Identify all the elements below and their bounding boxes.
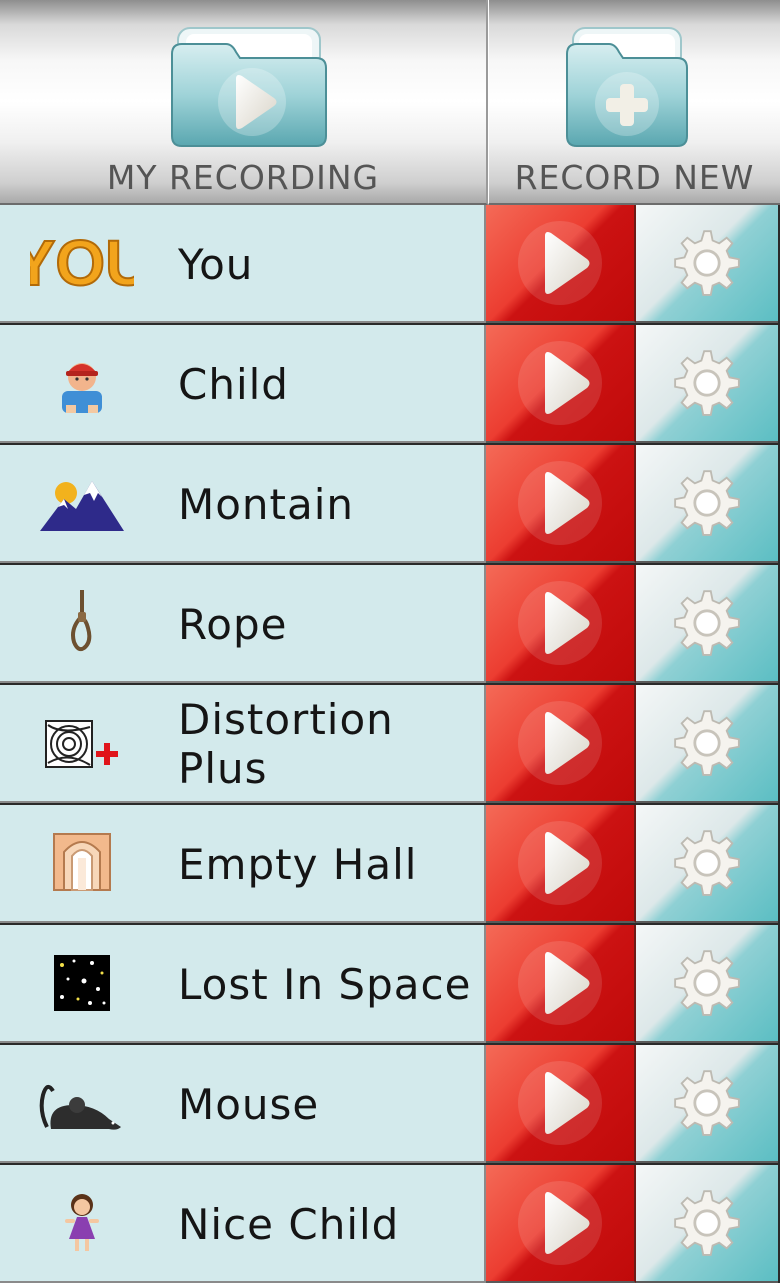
settings-button[interactable]: [636, 1165, 778, 1283]
list-item: Rope: [0, 565, 780, 683]
recording-label: Rope: [178, 599, 288, 649]
recording-name-cell[interactable]: Distortion Plus: [0, 685, 486, 803]
play-button[interactable]: [486, 925, 636, 1043]
mouse-icon: [30, 1059, 134, 1147]
play-button[interactable]: [486, 1045, 636, 1163]
gear-icon: [673, 1069, 741, 1137]
svg-text:YOU: YOU: [30, 227, 134, 299]
play-button[interactable]: [486, 445, 636, 563]
settings-button[interactable]: [636, 445, 778, 563]
play-icon: [518, 581, 602, 665]
settings-button[interactable]: [636, 1045, 778, 1163]
recording-name-cell[interactable]: Empty Hall: [0, 805, 486, 923]
recording-name-cell[interactable]: Montain: [0, 445, 486, 563]
recording-name-cell[interactable]: Lost In Space: [0, 925, 486, 1043]
gear-icon: [673, 1189, 741, 1257]
play-button[interactable]: [486, 325, 636, 443]
play-icon: [518, 1181, 602, 1265]
folder-play-icon: [171, 27, 327, 147]
header-bar: MY RECORDING RECORD NEW: [0, 0, 780, 205]
list-item: Montain: [0, 445, 780, 563]
space-icon: [30, 939, 134, 1027]
recording-list: YOU You Child Montain Rope Distortion Pl…: [0, 205, 780, 1283]
you-text-icon: YOU: [30, 219, 134, 307]
gear-icon: [673, 949, 741, 1017]
recording-label: Mouse: [178, 1079, 320, 1129]
settings-button[interactable]: [636, 565, 778, 683]
recording-name-cell[interactable]: Nice Child: [0, 1165, 486, 1283]
settings-button[interactable]: [636, 325, 778, 443]
record-new-tab[interactable]: RECORD NEW: [488, 0, 780, 205]
list-item: Lost In Space: [0, 925, 780, 1043]
record-new-label: RECORD NEW: [514, 158, 755, 197]
recording-name-cell[interactable]: YOU You: [0, 205, 486, 323]
child-icon: [30, 339, 134, 427]
my-recording-tab[interactable]: MY RECORDING: [0, 0, 488, 205]
play-icon: [518, 701, 602, 785]
recording-name-cell[interactable]: Child: [0, 325, 486, 443]
girl-icon: [30, 1179, 134, 1267]
play-button[interactable]: [486, 205, 636, 323]
recording-label: Empty Hall: [178, 839, 418, 889]
list-item: Distortion Plus: [0, 685, 780, 803]
play-button[interactable]: [486, 685, 636, 803]
list-item: Empty Hall: [0, 805, 780, 923]
settings-button[interactable]: [636, 205, 778, 323]
recording-label: Distortion Plus: [178, 695, 394, 793]
gear-icon: [673, 709, 741, 777]
recording-name-cell[interactable]: Rope: [0, 565, 486, 683]
recording-label: Nice Child: [178, 1199, 400, 1249]
play-icon: [518, 1061, 602, 1145]
recording-label: Lost In Space: [178, 959, 472, 1009]
settings-button[interactable]: [636, 805, 778, 923]
settings-button[interactable]: [636, 925, 778, 1043]
folder-add-icon: [566, 27, 688, 147]
list-item: YOU You: [0, 205, 780, 323]
distortion-icon: [30, 699, 134, 787]
recording-label: You: [178, 239, 254, 289]
play-button[interactable]: [486, 1165, 636, 1283]
play-icon: [518, 221, 602, 305]
play-button[interactable]: [486, 565, 636, 683]
play-icon: [518, 341, 602, 425]
list-item: Child: [0, 325, 780, 443]
list-item: Nice Child: [0, 1165, 780, 1283]
recording-label: Child: [178, 359, 289, 409]
play-icon: [518, 941, 602, 1025]
gear-icon: [673, 349, 741, 417]
gear-icon: [673, 829, 741, 897]
settings-button[interactable]: [636, 685, 778, 803]
play-button[interactable]: [486, 805, 636, 923]
play-icon: [518, 821, 602, 905]
gear-icon: [673, 589, 741, 657]
recording-name-cell[interactable]: Mouse: [0, 1045, 486, 1163]
hall-icon: [30, 819, 134, 907]
play-icon: [518, 461, 602, 545]
mountain-icon: [30, 459, 134, 547]
recording-label: Montain: [178, 479, 355, 529]
gear-icon: [673, 469, 741, 537]
my-recording-label: MY RECORDING: [106, 158, 380, 197]
list-item: Mouse: [0, 1045, 780, 1163]
rope-icon: [30, 579, 134, 667]
gear-icon: [673, 229, 741, 297]
